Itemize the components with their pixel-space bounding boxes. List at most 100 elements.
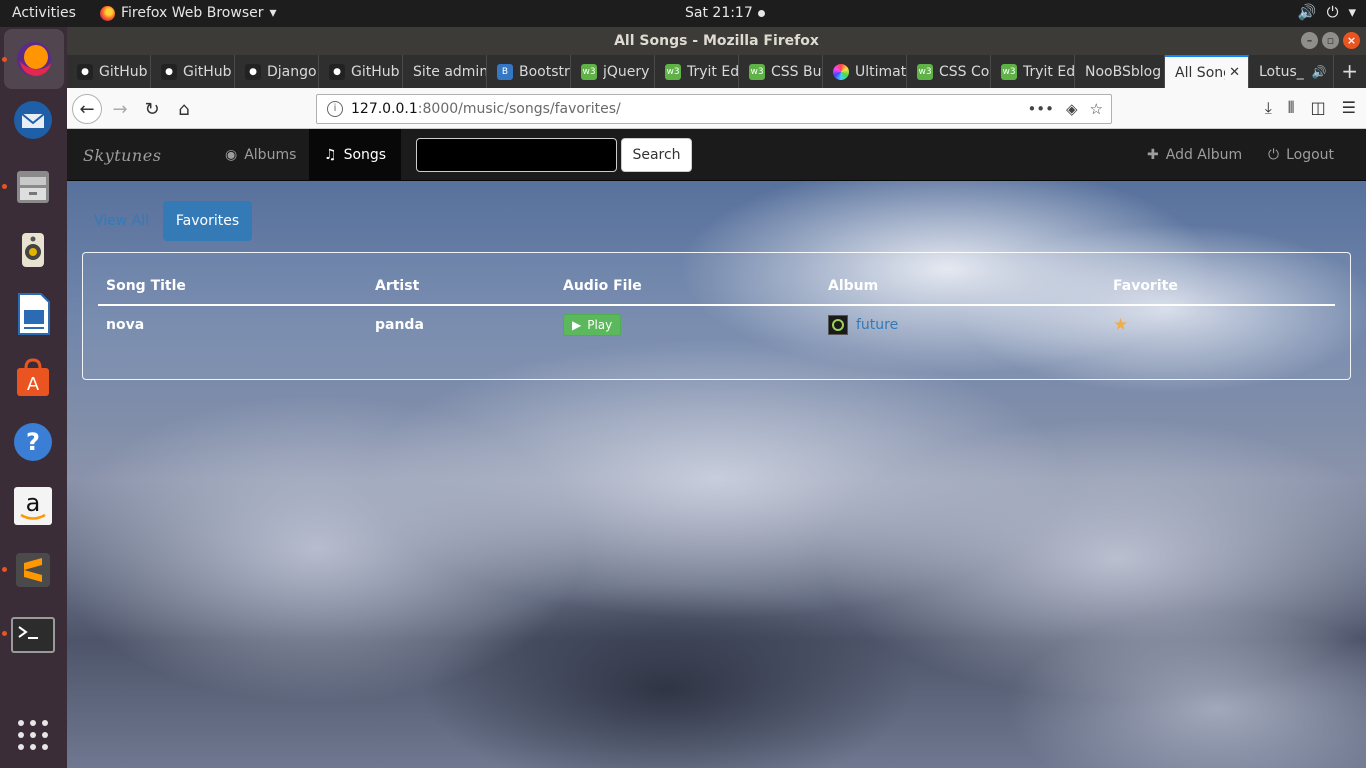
tab-ultimate[interactable]: Ultimate [823, 55, 907, 88]
w3schools-icon: w3 [749, 63, 765, 80]
nav-albums[interactable]: ◉ Albums [210, 129, 311, 180]
download-icon[interactable]: ⤓ [1265, 98, 1272, 118]
tab-django[interactable]: ● Django [235, 55, 319, 88]
bootstrap-icon: B [497, 63, 513, 80]
minimize-button[interactable]: – [1301, 32, 1318, 49]
home-button[interactable]: ⌂ [169, 94, 199, 124]
filter-favorites[interactable]: Favorites [163, 201, 252, 241]
brand-logo[interactable]: Skytunes [83, 146, 161, 165]
sidebar-icon[interactable]: ◫ [1311, 98, 1326, 118]
album-link[interactable]: future [856, 317, 898, 333]
tab-lotus[interactable]: Lotus_ 🔊 [1249, 55, 1334, 88]
tab-label: All Songs [1175, 64, 1225, 81]
bookmark-star-icon[interactable]: ☆ [1090, 100, 1103, 118]
play-button[interactable]: ▶ Play [563, 314, 622, 336]
tab-css-colors[interactable]: w3 CSS Colors [907, 55, 991, 88]
tab-label: Tryit Editor [687, 63, 738, 80]
tab-github-1[interactable]: ● GitHub [67, 55, 151, 88]
close-tab-icon[interactable]: ✕ [1229, 65, 1240, 80]
dock-terminal[interactable] [10, 612, 56, 658]
dock-help[interactable]: ? [10, 419, 56, 465]
column-header-artist: Artist [367, 268, 555, 306]
maximize-button[interactable]: ▫ [1322, 32, 1339, 49]
clock-label: Sat 21:17 [685, 5, 753, 21]
songs-panel: Song Title Artist Audio File Album Favor… [82, 252, 1351, 380]
tab-jquery[interactable]: w3 jQuery [571, 55, 655, 88]
chevron-down-icon: ▾ [1348, 3, 1356, 21]
w3schools-icon: w3 [581, 63, 597, 80]
tab-label: Bootstrap [519, 63, 570, 80]
plus-icon: ✚ [1147, 146, 1159, 163]
tab-label: GitHub [351, 63, 400, 80]
tab-github-3[interactable]: ● GitHub [319, 55, 403, 88]
tab-label: GitHub [99, 63, 148, 80]
info-icon[interactable]: i [327, 101, 343, 117]
tab-noobsblog[interactable]: NooBSblog [1075, 55, 1165, 88]
clock[interactable]: Sat 21:17 [685, 5, 765, 21]
app-grid-icon [18, 720, 48, 750]
add-album-label: Add Album [1165, 146, 1243, 163]
url-bar[interactable]: i 127.0.0.1:8000/music/songs/favorites/ … [316, 94, 1112, 124]
dock-software[interactable]: A [10, 355, 56, 401]
w3schools-icon: w3 [917, 63, 933, 80]
activities-button[interactable]: Activities [12, 5, 76, 21]
shopping-bag-icon: A [17, 358, 49, 396]
new-tab-button[interactable]: + [1341, 59, 1358, 83]
library-icon[interactable]: ⫴ [1288, 98, 1295, 118]
dock-files[interactable] [10, 163, 56, 209]
search-input[interactable] [416, 138, 617, 172]
audio-playing-icon[interactable]: 🔊 [1312, 65, 1327, 79]
tab-site-admin[interactable]: Site admin [403, 55, 487, 88]
star-icon[interactable]: ★ [1113, 315, 1128, 335]
tab-label: jQuery [603, 63, 650, 80]
volume-icon: 🔊 [1297, 3, 1317, 21]
url-bar-actions: ••• ◈ ☆ [1027, 100, 1103, 118]
dock-rhythmbox[interactable] [10, 227, 56, 273]
sublime-text-icon [16, 553, 50, 587]
logout-label: Logout [1286, 146, 1335, 163]
page-actions-icon[interactable]: ••• [1027, 100, 1054, 118]
close-window-button[interactable]: × [1343, 32, 1360, 49]
url-host: 127.0.0.1 [351, 101, 418, 117]
add-album-button[interactable]: ✚ Add Album [1132, 129, 1257, 180]
globe-icon: ◉ [225, 146, 238, 163]
running-indicator [2, 184, 7, 189]
dock-sublime[interactable] [10, 547, 56, 593]
pocket-icon[interactable]: ◈ [1066, 100, 1078, 118]
dock-writer[interactable] [10, 291, 56, 337]
power-icon: ⏻ [1268, 146, 1280, 163]
column-header-audio-file: Audio File [555, 268, 820, 306]
tab-tryit-1[interactable]: w3 Tryit Editor [655, 55, 739, 88]
table-header-row: Song Title Artist Audio File Album Favor… [98, 268, 1335, 306]
dock-thunderbird[interactable] [10, 97, 56, 143]
album-thumbnail[interactable] [828, 315, 848, 335]
tab-github-2[interactable]: ● GitHub [151, 55, 235, 88]
window-titlebar[interactable]: All Songs - Mozilla Firefox – ▫ × [67, 27, 1366, 55]
tab-all-songs[interactable]: All Songs ✕ [1165, 55, 1249, 88]
back-button[interactable]: ← [72, 94, 102, 124]
search-button[interactable]: Search [621, 138, 692, 172]
nav-albums-label: Albums [244, 146, 297, 163]
tab-tryit-2[interactable]: w3 Tryit Editor [991, 55, 1075, 88]
dock-firefox[interactable] [4, 29, 64, 89]
github-icon: ● [77, 63, 93, 80]
forward-button[interactable]: → [105, 94, 135, 124]
app-menu[interactable]: Firefox Web Browser ▾ [100, 5, 277, 21]
favorite-cell: ★ [1105, 305, 1335, 344]
logout-button[interactable]: ⏻ Logout [1253, 129, 1349, 180]
tab-css-buttons[interactable]: w3 CSS Buttons [739, 55, 823, 88]
filter-view-all[interactable]: View All [83, 201, 160, 241]
system-tray[interactable]: 🔊 ⏻ ▾ [1298, 3, 1356, 21]
dock-amazon[interactable]: a [10, 483, 56, 529]
w3schools-icon: w3 [1001, 63, 1017, 80]
speaker-icon [22, 233, 44, 267]
music-note-icon: ♫ [324, 146, 337, 163]
window-title: All Songs - Mozilla Firefox [614, 33, 819, 49]
album-cell: future [820, 305, 1105, 344]
show-applications-button[interactable] [10, 712, 56, 758]
hamburger-menu-icon[interactable]: ☰ [1342, 98, 1356, 118]
firefox-icon [100, 5, 115, 21]
reload-button[interactable]: ↻ [137, 94, 167, 124]
nav-songs[interactable]: ♫ Songs [309, 129, 401, 180]
tab-bootstrap[interactable]: B Bootstrap [487, 55, 571, 88]
